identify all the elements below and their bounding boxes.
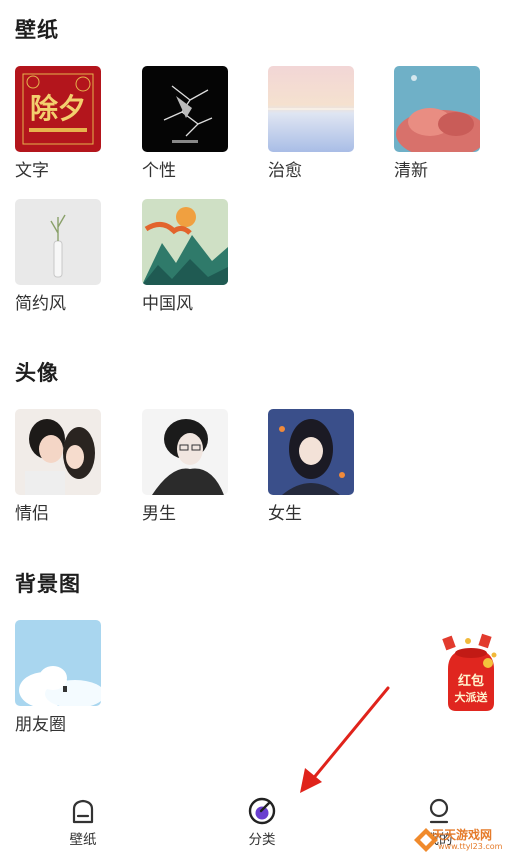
thumbnail-image bbox=[268, 66, 354, 152]
tile-label: 清新 bbox=[394, 161, 428, 181]
category-tile-personality[interactable]: 个性 bbox=[142, 66, 228, 181]
category-tile-minimal[interactable]: 简约风 bbox=[15, 199, 101, 314]
thumbnail-image bbox=[142, 409, 228, 495]
tab-wallpaper[interactable]: 壁纸 bbox=[38, 788, 128, 848]
promo-line2: 大派送 bbox=[455, 690, 489, 704]
thumbnail-image bbox=[142, 199, 228, 285]
tile-label: 朋友圈 bbox=[15, 715, 66, 735]
promo-line1: 红包 bbox=[458, 673, 484, 689]
tile-label: 治愈 bbox=[268, 161, 302, 181]
tab-label: 分类 bbox=[248, 832, 276, 848]
tab-category[interactable]: 分类 bbox=[217, 788, 307, 848]
thumbnail-image bbox=[15, 199, 101, 285]
category-tile-moments[interactable]: 朋友圈 bbox=[15, 620, 101, 735]
tile-label: 简约风 bbox=[15, 294, 66, 314]
category-icon bbox=[247, 796, 277, 826]
section-title-avatar: 头像 bbox=[15, 361, 59, 385]
category-tile-girl[interactable]: 女生 bbox=[268, 409, 354, 524]
tile-label: 中国风 bbox=[142, 294, 193, 314]
thumbnail-image bbox=[15, 620, 101, 706]
watermark-url: www.ttyl23.com bbox=[438, 842, 503, 851]
tile-label: 女生 bbox=[268, 504, 302, 524]
category-tile-chinese-style[interactable]: 中国风 bbox=[142, 199, 228, 314]
home-icon bbox=[68, 796, 98, 826]
category-tile-fresh[interactable]: 清新 bbox=[394, 66, 480, 181]
section-title-wallpaper: 壁纸 bbox=[15, 18, 59, 42]
category-tile-text[interactable]: 除夕 文字 bbox=[15, 66, 101, 181]
thumbnail-image: 除夕 bbox=[15, 66, 101, 152]
thumbnail-image bbox=[394, 66, 480, 152]
thumbnail-image bbox=[268, 409, 354, 495]
tile-label: 个性 bbox=[142, 161, 176, 181]
section-title-background: 背景图 bbox=[15, 572, 81, 596]
thumb-title-text: 除夕 bbox=[30, 92, 86, 125]
tab-label: 壁纸 bbox=[69, 832, 97, 848]
tile-label: 男生 bbox=[142, 504, 176, 524]
category-tile-healing[interactable]: 治愈 bbox=[268, 66, 354, 181]
red-envelope-promo[interactable]: 红包 大派送 bbox=[440, 633, 502, 713]
thumbnail-image bbox=[15, 409, 101, 495]
category-tile-couple[interactable]: 情侣 bbox=[15, 409, 101, 524]
category-tile-boy[interactable]: 男生 bbox=[142, 409, 228, 524]
watermark-text: 天天游戏网 bbox=[432, 828, 493, 842]
tile-label: 文字 bbox=[15, 161, 49, 181]
tile-label: 情侣 bbox=[15, 504, 49, 524]
thumbnail-image bbox=[142, 66, 228, 152]
